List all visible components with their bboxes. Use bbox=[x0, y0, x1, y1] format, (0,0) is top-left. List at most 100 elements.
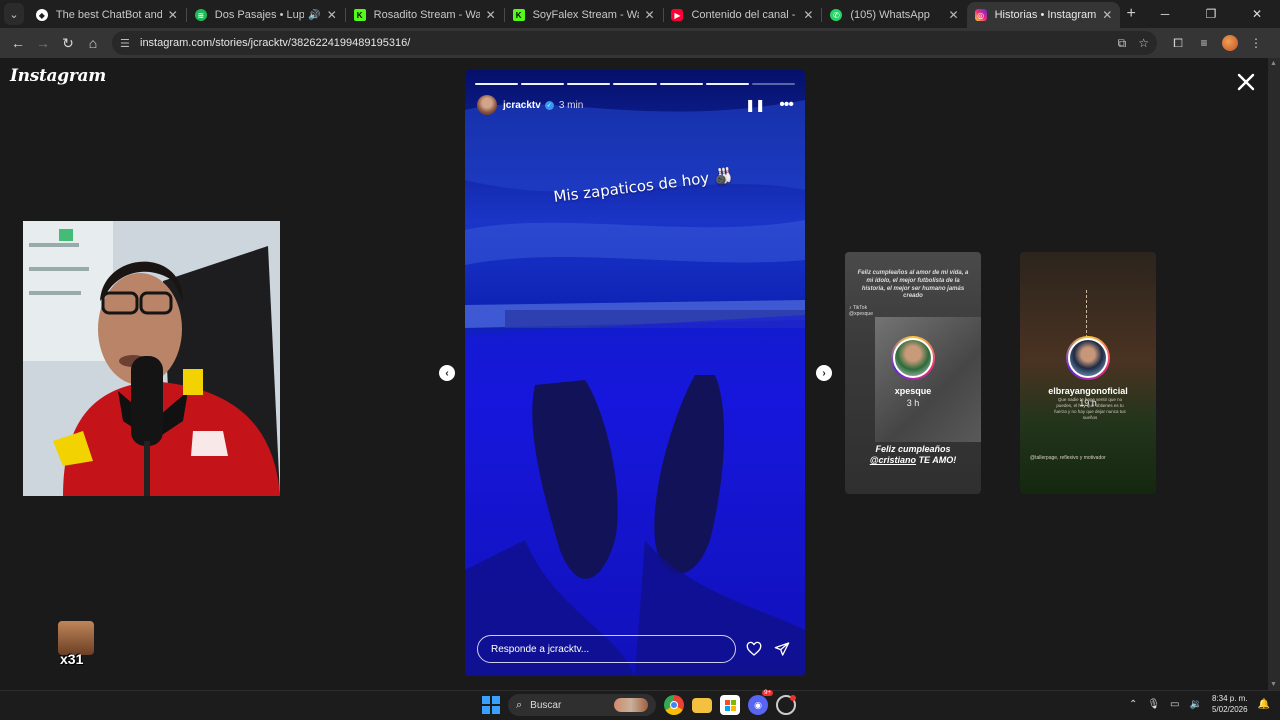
preview-quote: Feliz cumpleaños al amor de mi vida, a m… bbox=[857, 270, 969, 300]
preview-bottom-line1: Feliz cumpleaños bbox=[875, 444, 951, 454]
close-tab-icon[interactable]: ✕ bbox=[486, 8, 496, 22]
spotify-icon: ≋ bbox=[194, 9, 207, 21]
system-tray: ⌃ 🎙 ▭ 🔉 8:34 p. m. 5/02/2026 🔔 bbox=[1129, 694, 1270, 716]
page-scrollbar[interactable]: ▲ ▼ bbox=[1268, 58, 1280, 690]
tab-instagram[interactable]: ◎ Historias • Instagram ✕ bbox=[966, 2, 1121, 28]
windows-start-icon[interactable] bbox=[482, 696, 500, 714]
close-tab-icon[interactable]: ✕ bbox=[645, 8, 655, 22]
taskbar-search-label: Buscar bbox=[530, 699, 562, 711]
story-preview-card[interactable]: Feliz cumpleaños al amor de mi vida, a m… bbox=[845, 252, 981, 494]
back-icon[interactable]: ← bbox=[6, 31, 30, 55]
story-viewer[interactable]: jcracktv ✓ 3 min ❚❚ ••• Mis zapaticos de… bbox=[465, 70, 805, 676]
streamer-image bbox=[23, 221, 280, 496]
profile-avatar[interactable] bbox=[1217, 35, 1243, 51]
gift-emote-image bbox=[58, 621, 94, 655]
gift-count: x31 bbox=[60, 651, 84, 667]
reading-list-icon[interactable]: ≡ bbox=[1191, 36, 1217, 50]
send-icon[interactable] bbox=[774, 641, 790, 657]
search-highlight-image bbox=[614, 698, 648, 712]
microphone-icon[interactable]: 🎙 bbox=[1147, 699, 1160, 710]
instagram-logo[interactable]: Instagram bbox=[10, 66, 106, 86]
close-tab-icon[interactable]: ✕ bbox=[327, 8, 337, 22]
tab-rosadito[interactable]: K Rosadito Stream - Watch Live o ✕ bbox=[346, 2, 504, 28]
avatar bbox=[1066, 336, 1110, 380]
preview-bottom-text: Feliz cumpleaños @cristiano TE AMO! bbox=[849, 444, 977, 467]
preview-small-text: Que nadie te haga sentir que no puedes, … bbox=[1054, 397, 1126, 420]
preview-bottom-line2: TE AMO! bbox=[918, 455, 957, 466]
chevron-up-icon[interactable]: ⌃ bbox=[1129, 699, 1137, 710]
preview-decoration bbox=[1086, 290, 1088, 338]
close-tab-icon[interactable]: ✕ bbox=[1102, 8, 1112, 22]
home-icon[interactable]: ⌂ bbox=[81, 31, 105, 55]
file-explorer-icon[interactable] bbox=[692, 697, 712, 713]
install-app-icon[interactable]: ⧉ bbox=[1118, 36, 1127, 51]
tab-title: Historias • Instagram bbox=[994, 9, 1097, 21]
taskbar-search[interactable]: ⌕ Buscar bbox=[508, 694, 656, 716]
tab-soyfalex[interactable]: K SoyFalex Stream - Watch Live o ✕ bbox=[505, 2, 663, 28]
scroll-down-icon[interactable]: ▼ bbox=[1270, 681, 1277, 688]
story-header: jcracktv ✓ 3 min ❚❚ ••• bbox=[477, 94, 794, 116]
clock-time: 8:34 p. m. bbox=[1211, 694, 1248, 703]
story-actions: ❚❚ ••• bbox=[745, 96, 794, 114]
pause-icon[interactable]: ❚❚ bbox=[745, 98, 765, 112]
youtube-icon: ▶ bbox=[671, 9, 684, 21]
tab-chatbot[interactable]: ◆ The best ChatBot and Widgets ✕ bbox=[28, 2, 186, 28]
preview-username: xpesque bbox=[894, 386, 932, 396]
restore-icon[interactable]: ❐ bbox=[1188, 0, 1234, 28]
discord-badge: 9+ bbox=[762, 690, 773, 696]
tab-title: The best ChatBot and Widgets bbox=[55, 9, 162, 21]
avatar[interactable] bbox=[477, 95, 497, 115]
tab-youtube[interactable]: ▶ Contenido del canal - YouTube ✕ bbox=[663, 2, 821, 28]
close-tab-icon[interactable]: ✕ bbox=[803, 8, 813, 22]
webcam-overlay bbox=[23, 221, 280, 496]
previous-story-button[interactable]: ‹ bbox=[439, 365, 455, 381]
clock[interactable]: 8:34 p. m. 5/02/2026 bbox=[1212, 694, 1248, 716]
toolbar-right: ⧠ ≡ ⋮ bbox=[1165, 35, 1269, 51]
volume-icon[interactable]: 🔉 bbox=[1190, 699, 1202, 710]
tab-search-button[interactable]: ⌄ bbox=[4, 3, 24, 25]
site-info-icon[interactable]: ☰ bbox=[120, 37, 134, 50]
chrome-icon[interactable] bbox=[664, 695, 684, 715]
tab-title: Dos Pasajes • Lupe Y Polo bbox=[214, 9, 305, 21]
reload-icon[interactable]: ↻ bbox=[56, 31, 80, 55]
preview-time: 3 h bbox=[906, 398, 920, 408]
close-icon[interactable] bbox=[1234, 70, 1258, 94]
app-icon[interactable] bbox=[776, 695, 796, 715]
new-tab-button[interactable]: + bbox=[1120, 2, 1142, 26]
story-username[interactable]: jcracktv bbox=[503, 100, 541, 111]
scroll-up-icon[interactable]: ▲ bbox=[1270, 60, 1277, 67]
reply-actions bbox=[746, 641, 790, 657]
chevron-right-icon: › bbox=[822, 367, 826, 379]
close-tab-icon[interactable]: ✕ bbox=[949, 8, 959, 22]
minimize-icon[interactable]: ─ bbox=[1142, 0, 1188, 28]
tab-title: Contenido del canal - YouTube bbox=[691, 9, 797, 21]
close-window-icon[interactable]: ✕ bbox=[1234, 0, 1280, 28]
reply-input[interactable]: Responde a jcracktv... bbox=[477, 635, 736, 663]
tab-spotify[interactable]: ≋ Dos Pasajes • Lupe Y Polo 🔊 ✕ bbox=[187, 2, 345, 28]
preview-photo bbox=[875, 317, 981, 442]
discord-icon[interactable]: ◉ 9+ bbox=[748, 690, 773, 715]
tab-whatsapp[interactable]: ✆ (105) WhatsApp ✕ bbox=[822, 2, 966, 28]
network-icon[interactable]: ▭ bbox=[1170, 699, 1179, 710]
preview-username: elbrayangonoficial bbox=[1048, 386, 1128, 396]
speaker-icon[interactable]: 🔊 bbox=[308, 10, 320, 21]
chatbot-icon: ◆ bbox=[35, 9, 48, 21]
url-text[interactable]: instagram.com/stories/jcracktv/382622419… bbox=[140, 37, 1106, 49]
forward-icon[interactable]: → bbox=[31, 31, 55, 55]
more-options-icon[interactable]: ••• bbox=[779, 96, 794, 114]
heart-icon[interactable] bbox=[746, 641, 762, 657]
extensions-icon[interactable]: ⧠ bbox=[1165, 36, 1191, 51]
notifications-icon[interactable]: 🔔 bbox=[1258, 699, 1270, 710]
close-tab-icon[interactable]: ✕ bbox=[168, 8, 178, 22]
address-bar[interactable]: ☰ instagram.com/stories/jcracktv/3826224… bbox=[112, 31, 1157, 55]
more-menu-icon[interactable]: ⋮ bbox=[1243, 36, 1269, 50]
next-story-button[interactable]: › bbox=[816, 365, 832, 381]
tab-title: SoyFalex Stream - Watch Live o bbox=[532, 9, 639, 21]
instagram-stories-page: Instagram x31 ‹ jcracktv ✓ 3 min ❚❚ ••• … bbox=[0, 58, 1268, 690]
browser-toolbar: ← → ↻ ⌂ ☰ instagram.com/stories/jcracktv… bbox=[0, 28, 1280, 58]
microsoft-store-icon[interactable] bbox=[720, 695, 740, 715]
tiktok-watermark: ♪ TikTok @xpesque bbox=[849, 305, 873, 317]
bookmark-star-icon[interactable]: ☆ bbox=[1138, 36, 1149, 50]
whatsapp-icon: ✆ bbox=[830, 9, 843, 21]
story-preview-card[interactable]: elbrayangonoficial 19 h Que nadie te hag… bbox=[1020, 252, 1156, 494]
